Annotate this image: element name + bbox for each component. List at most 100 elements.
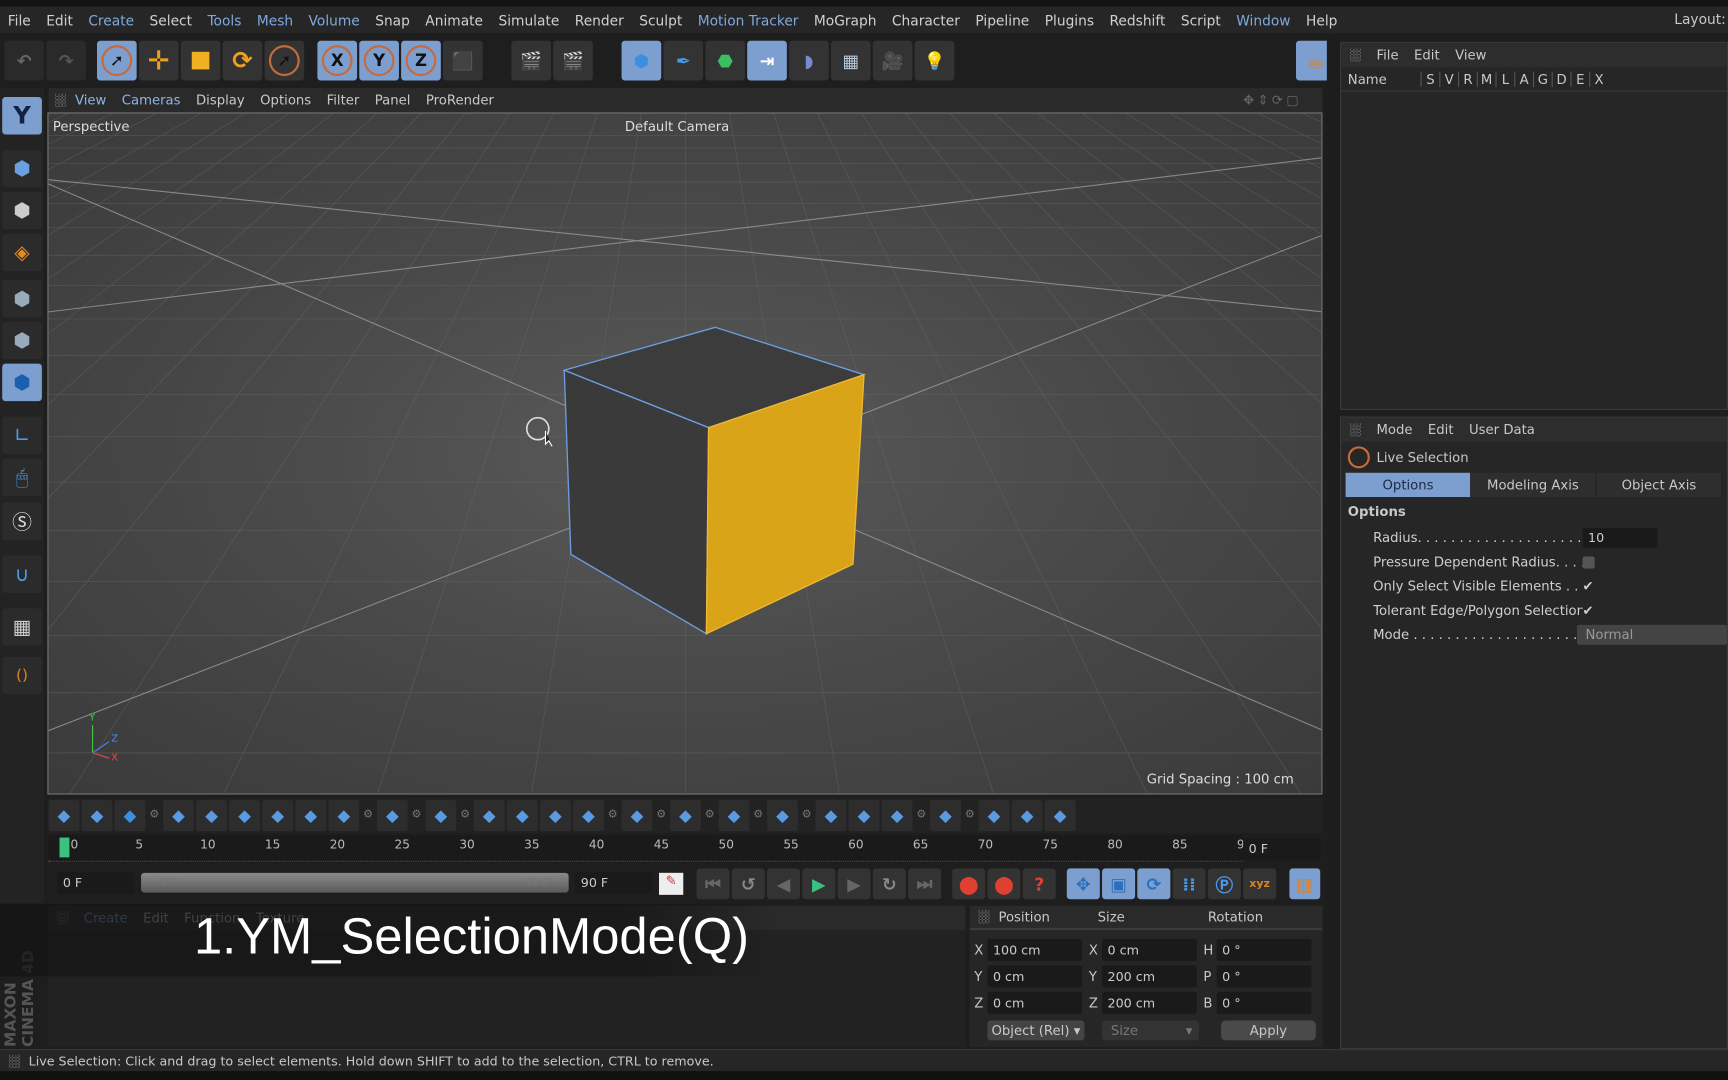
optimize-icon[interactable]: ◆ bbox=[621, 800, 653, 831]
column-r[interactable]: R bbox=[1457, 71, 1477, 87]
viewport-menu-options[interactable]: Options bbox=[260, 93, 311, 108]
brush-icon[interactable]: ◆ bbox=[1011, 800, 1043, 831]
menu-snap[interactable]: Snap bbox=[367, 12, 417, 29]
end-frame-field[interactable]: 90 F bbox=[575, 871, 653, 894]
viewport-nav-icons[interactable]: ✥⇕⟳▢ bbox=[1243, 93, 1302, 108]
column-l[interactable]: L bbox=[1495, 71, 1514, 87]
loop-selection-icon[interactable]: ◆ bbox=[48, 800, 80, 831]
settings-icon[interactable]: ⚙ bbox=[752, 800, 765, 831]
render-picture-viewer-icon[interactable]: 🎬 bbox=[553, 40, 593, 81]
column-d[interactable]: D bbox=[1551, 71, 1571, 87]
solo-icon[interactable]: Ⓢ bbox=[2, 502, 42, 540]
menu-redshift[interactable]: Redshift bbox=[1102, 12, 1173, 29]
cube-object-icon[interactable]: ⬢ bbox=[621, 40, 662, 81]
checkbox-checked[interactable]: ✔ bbox=[1583, 603, 1594, 618]
record-rotation-icon[interactable]: ⟳ bbox=[1137, 868, 1171, 900]
menu-render[interactable]: Render bbox=[567, 12, 631, 29]
menu-animate[interactable]: Animate bbox=[418, 12, 491, 29]
menu-create[interactable]: Create bbox=[81, 12, 142, 29]
point-grid-icon[interactable]: ◆ bbox=[473, 800, 505, 831]
record-position-icon[interactable]: ✥ bbox=[1066, 868, 1100, 900]
extrude-inner-icon[interactable]: ◆ bbox=[229, 800, 261, 831]
tab-object-axis[interactable]: Object Axis bbox=[1596, 472, 1723, 498]
edges-mode-icon[interactable]: ⬢ bbox=[2, 321, 42, 360]
menu-edit[interactable]: Edit bbox=[1428, 422, 1454, 437]
bevel-icon[interactable]: ◆ bbox=[262, 800, 294, 831]
xpresso-icon[interactable]: () bbox=[2, 656, 42, 695]
menu-window[interactable]: Window bbox=[1229, 12, 1299, 29]
y-axis-lock-button[interactable]: Y bbox=[359, 40, 399, 81]
workplane-lock-icon[interactable]: ▦ bbox=[2, 608, 42, 646]
cube-grey-icon[interactable]: ◆ bbox=[163, 800, 194, 831]
menu-mograph[interactable]: MoGraph bbox=[806, 12, 884, 29]
previous-frame-icon[interactable]: ◀ bbox=[767, 868, 801, 900]
live-selection-button[interactable]: ➚ bbox=[96, 40, 137, 81]
menu-edit[interactable]: Edit bbox=[38, 12, 80, 29]
column-name[interactable]: Name bbox=[1348, 71, 1421, 86]
tab-modeling-axis[interactable]: Modeling Axis bbox=[1470, 472, 1597, 498]
polygon-pen-icon[interactable]: ◆ bbox=[815, 800, 847, 831]
viewport-menu-display[interactable]: Display bbox=[196, 93, 245, 108]
coordinate-p-input[interactable]: 0 cm bbox=[987, 965, 1083, 988]
smooth-icon[interactable]: ◆ bbox=[539, 800, 571, 831]
subdivide-icon[interactable]: ◆ bbox=[573, 800, 604, 831]
viewport-menu-filter[interactable]: Filter bbox=[327, 93, 360, 108]
column-v[interactable]: V bbox=[1439, 71, 1458, 87]
deformer-icon[interactable]: ◗ bbox=[789, 40, 829, 81]
settings-icon[interactable]: ⚙ bbox=[915, 800, 928, 831]
axis-mode-icon[interactable]: ∟ bbox=[2, 416, 42, 455]
menu-help[interactable]: Help bbox=[1298, 12, 1345, 29]
texture-mode-icon[interactable]: ⬢ bbox=[2, 191, 42, 230]
menu-view[interactable]: View bbox=[1455, 47, 1486, 62]
settings-icon[interactable]: ⚙ bbox=[361, 800, 374, 831]
coordinate-s-input[interactable]: 200 cm bbox=[1102, 991, 1197, 1014]
split-icon[interactable]: ◆ bbox=[767, 800, 798, 831]
z-axis-lock-button[interactable]: Z bbox=[401, 40, 441, 81]
start-frame-field[interactable]: 0 F bbox=[57, 871, 135, 894]
xyz-icon[interactable]: xyz bbox=[1243, 868, 1277, 900]
extrude-icon[interactable]: ◆ bbox=[196, 800, 228, 831]
undo-icon[interactable]: ↶ bbox=[4, 40, 45, 81]
menu-select[interactable]: Select bbox=[142, 12, 200, 29]
menu-sculpt[interactable]: Sculpt bbox=[632, 12, 690, 29]
mode-select[interactable]: Normal bbox=[1576, 624, 1727, 645]
rotate-icon[interactable]: ⟳ bbox=[222, 40, 263, 81]
coordinate-r-input[interactable]: 0 ° bbox=[1216, 965, 1312, 988]
melt-icon[interactable]: ◆ bbox=[1044, 800, 1076, 831]
coordinate-r-input[interactable]: 0 ° bbox=[1216, 991, 1312, 1014]
column-a[interactable]: A bbox=[1514, 71, 1533, 87]
menu-edit[interactable]: Edit bbox=[1414, 47, 1440, 62]
points-mode-icon[interactable]: ⬢ bbox=[2, 279, 42, 318]
coordinate-s-input[interactable]: 0 cm bbox=[1102, 938, 1197, 961]
checkbox-checked[interactable]: ✔ bbox=[1583, 579, 1594, 594]
ring-selection-icon[interactable]: ◆ bbox=[81, 800, 113, 831]
menu-simulate[interactable]: Simulate bbox=[491, 12, 567, 29]
knife-icon[interactable]: ◆ bbox=[328, 800, 360, 831]
record-points-icon[interactable]: ⁞⁞ bbox=[1172, 868, 1206, 900]
menu-user-data[interactable]: User Data bbox=[1469, 422, 1535, 437]
model-mode-icon[interactable]: ⬢ bbox=[2, 149, 42, 188]
menu-file[interactable]: File bbox=[0, 12, 38, 29]
viewport[interactable]: Perspective Default Camera Y Z X Grid Sp… bbox=[47, 112, 1323, 795]
next-key-icon[interactable]: ↻ bbox=[872, 868, 906, 900]
polygons-mode-icon[interactable]: ⬢ bbox=[2, 363, 42, 402]
previous-key-icon[interactable]: ↺ bbox=[731, 868, 765, 900]
settings-icon[interactable]: ⚙ bbox=[800, 800, 813, 831]
workplane-icon[interactable]: ◈ bbox=[2, 233, 42, 272]
coordinate-mode-select[interactable]: Object (Rel) ▾ bbox=[987, 1020, 1085, 1041]
settings-icon[interactable]: ⚙ bbox=[458, 800, 471, 831]
coordinate-r-input[interactable]: 0 ° bbox=[1216, 938, 1312, 961]
column-x[interactable]: X bbox=[1589, 71, 1608, 87]
timeline-window-icon[interactable]: ▥ bbox=[1289, 868, 1321, 900]
autokey-icon[interactable]: ⬤ bbox=[987, 868, 1021, 900]
settings-icon[interactable]: ⚙ bbox=[606, 800, 619, 831]
viewport-menu-view[interactable]: View bbox=[75, 93, 106, 108]
iron-icon[interactable]: ◆ bbox=[978, 800, 1010, 831]
cube-icon[interactable]: ◆ bbox=[114, 800, 146, 831]
snap-magnet-icon[interactable]: ∪ bbox=[2, 555, 42, 593]
column-s[interactable]: S bbox=[1420, 71, 1440, 87]
apply-button[interactable]: Apply bbox=[1221, 1020, 1316, 1041]
keyframe-selection-icon[interactable]: ? bbox=[1022, 868, 1056, 900]
keyframe-key-icon[interactable]: ✎ bbox=[659, 872, 684, 895]
tweak-mode-icon[interactable]: 🖱 bbox=[2, 458, 42, 496]
